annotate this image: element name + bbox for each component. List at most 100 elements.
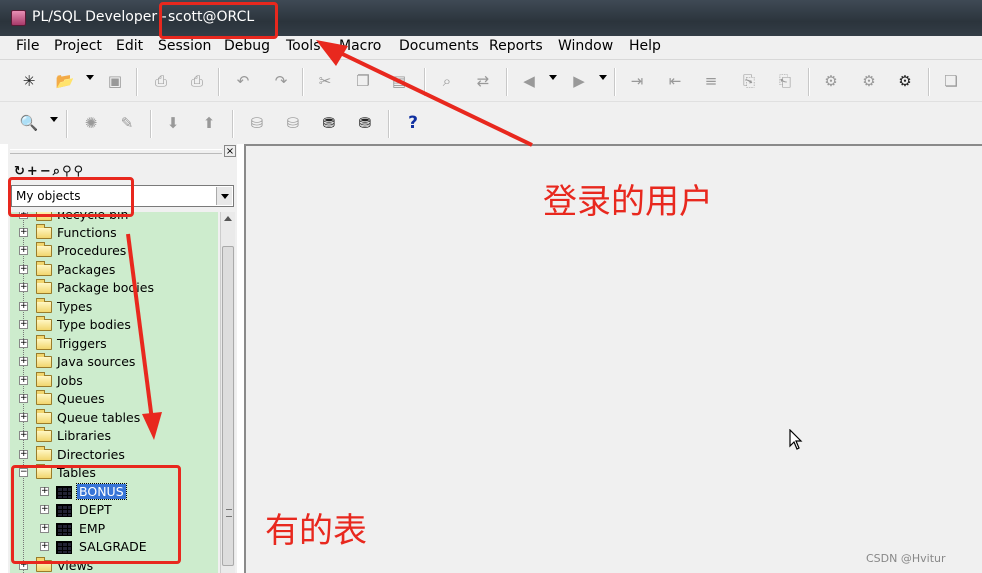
print-preview-icon[interactable]: ⎙ — [186, 70, 208, 92]
tree-item-label: Type bodies — [57, 317, 131, 332]
toolbar-separator — [614, 68, 616, 96]
menu-documents[interactable]: Documents — [399, 38, 479, 54]
menu-window[interactable]: Window — [558, 38, 613, 54]
paste-icon[interactable]: ▤ — [388, 70, 410, 92]
toolbar-separator — [506, 68, 508, 96]
scrollbar-thumb[interactable] — [222, 246, 234, 566]
indent-icon[interactable]: ⇥ — [626, 70, 648, 92]
expand-icon[interactable]: + — [19, 283, 28, 292]
tree-item-directories[interactable]: + Directories — [10, 446, 218, 464]
annotation-existing-tables: 有的表 — [265, 511, 367, 551]
toolbar-separator — [808, 68, 810, 96]
menu-reports[interactable]: Reports — [489, 38, 543, 54]
secondary-toolbar: 🔍 ✺ ✎ ⬇ ⬆ ⛁ ⛁ ⛃ ⛃ ? — [0, 102, 982, 144]
find-icon[interactable]: ⌕ — [436, 70, 458, 92]
chevron-down-icon[interactable] — [216, 187, 232, 205]
tree-item-triggers[interactable]: + Triggers — [10, 335, 218, 353]
menu-macro[interactable]: Macro — [339, 38, 381, 54]
tree-item-queue-tables[interactable]: + Queue tables — [10, 409, 218, 427]
toolbar-separator — [232, 110, 234, 138]
print-icon[interactable]: ⎙ — [150, 70, 172, 92]
tree-item-label: Packages — [57, 262, 116, 277]
back-icon[interactable]: ◀ — [518, 70, 540, 92]
export-icon[interactable]: ⬆ — [198, 112, 220, 134]
expand-icon[interactable]: + — [19, 394, 28, 403]
tool-c-icon[interactable]: ⚙ — [894, 70, 916, 92]
tree-item-packages[interactable]: + Packages — [10, 261, 218, 279]
forward-icon[interactable]: ▶ — [568, 70, 590, 92]
tree-item-types[interactable]: + Types — [10, 298, 218, 316]
expand-icon[interactable]: + — [19, 431, 28, 440]
tool-b-icon[interactable]: ⚙ — [858, 70, 880, 92]
tree-item-queues[interactable]: + Queues — [10, 390, 218, 408]
panel-grip[interactable] — [10, 149, 222, 154]
tool-d-icon[interactable]: ❏ — [940, 70, 962, 92]
close-icon[interactable]: × — [224, 145, 236, 157]
folder-icon — [36, 224, 52, 239]
uncomment-icon[interactable]: ⎗ — [774, 70, 796, 92]
new-icon[interactable]: ✳ — [18, 70, 40, 92]
tree-scrollbar[interactable] — [220, 212, 235, 573]
tree-item-jobs[interactable]: + Jobs — [10, 372, 218, 390]
menu-file[interactable]: File — [16, 38, 39, 54]
menu-bar: File Project Edit Session Debug Tools Ma… — [0, 36, 982, 60]
tree-item-functions[interactable]: + Functions — [10, 224, 218, 242]
scroll-up-icon[interactable] — [224, 216, 232, 221]
comment-icon[interactable]: ⎘ — [738, 70, 760, 92]
gear-icon[interactable]: ✺ — [80, 112, 102, 134]
tree-item-label: Procedures — [57, 243, 127, 258]
sql-icon[interactable]: ⛁ — [282, 112, 304, 134]
chevron-down-icon[interactable] — [50, 117, 58, 122]
expand-icon[interactable]: + — [19, 413, 28, 422]
tree-item-label: Directories — [57, 447, 125, 462]
tree-item-procedures[interactable]: + Procedures — [10, 242, 218, 260]
tree-item-java-sources[interactable]: + Java sources — [10, 353, 218, 371]
unindent-icon[interactable]: ⇤ — [664, 70, 686, 92]
commit-icon[interactable]: ⛃ — [318, 112, 340, 134]
menu-debug[interactable]: Debug — [224, 38, 270, 54]
undo-icon[interactable]: ↶ — [232, 70, 254, 92]
database-icon[interactable]: ⛁ — [246, 112, 268, 134]
expand-icon[interactable]: + — [19, 246, 28, 255]
expand-icon[interactable]: + — [19, 320, 28, 329]
open-icon[interactable]: 📂 — [54, 70, 76, 92]
folder-icon — [36, 446, 52, 461]
watermark: CSDN @Hvitur — [866, 552, 946, 565]
help-icon[interactable]: ? — [402, 112, 424, 134]
import-icon[interactable]: ⬇ — [162, 112, 184, 134]
expand-icon[interactable]: + — [19, 450, 28, 459]
chevron-down-icon[interactable] — [549, 75, 557, 80]
rollback-icon[interactable]: ⛃ — [354, 112, 376, 134]
expand-icon[interactable]: + — [19, 302, 28, 311]
menu-tools[interactable]: Tools — [286, 38, 321, 54]
tree-item-label: Types — [57, 299, 93, 314]
key-icon[interactable]: 🔍 — [18, 112, 40, 134]
tool-a-icon[interactable]: ⚙ — [820, 70, 842, 92]
save-icon[interactable]: ▣ — [104, 70, 126, 92]
expand-icon[interactable]: + — [19, 339, 28, 348]
menu-edit[interactable]: Edit — [116, 38, 143, 54]
annotation-box-filter — [8, 177, 134, 217]
menu-project[interactable]: Project — [54, 38, 102, 54]
tree-item-package-bodies[interactable]: + Package bodies — [10, 279, 218, 297]
expand-icon[interactable]: + — [19, 228, 28, 237]
redo-icon[interactable]: ↷ — [270, 70, 292, 92]
title-bar: PL/SQL Developer - scott@ORCL — [0, 0, 982, 36]
folder-icon — [36, 409, 52, 424]
outdent-icon[interactable]: ≡ — [700, 70, 722, 92]
replace-icon[interactable]: ⇄ — [472, 70, 494, 92]
tree-item-type-bodies[interactable]: + Type bodies — [10, 316, 218, 334]
expand-icon[interactable]: + — [19, 376, 28, 385]
expand-icon[interactable]: + — [19, 265, 28, 274]
menu-help[interactable]: Help — [629, 38, 661, 54]
tree-item-libraries[interactable]: + Libraries — [10, 427, 218, 445]
copy-icon[interactable]: ❐ — [352, 70, 374, 92]
expand-icon[interactable]: + — [19, 357, 28, 366]
edit-pencil-icon[interactable]: ✎ — [116, 112, 138, 134]
cut-icon[interactable]: ✂ — [314, 70, 336, 92]
folder-icon — [36, 390, 52, 405]
folder-icon — [36, 427, 52, 442]
chevron-down-icon[interactable] — [86, 75, 94, 80]
chevron-down-icon[interactable] — [599, 75, 607, 80]
menu-session[interactable]: Session — [158, 38, 211, 54]
